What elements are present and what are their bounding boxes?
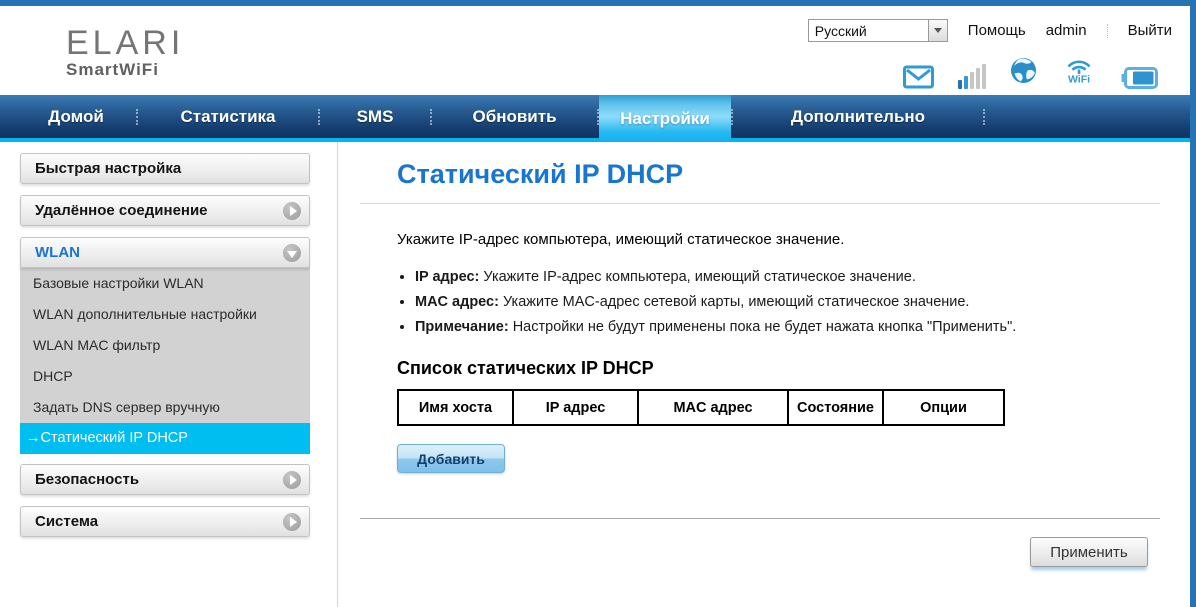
divider: [1107, 24, 1108, 38]
header: ELARI SmartWiFi Русский Помощь admin Вый…: [0, 6, 1190, 95]
language-select-value: Русский: [809, 23, 867, 39]
brand-subtitle: SmartWiFi: [66, 60, 184, 80]
mail-icon: [903, 65, 934, 89]
submenu-item-dhcp[interactable]: DHCP: [20, 361, 310, 392]
chevron-right-icon: [283, 471, 301, 489]
nav-item-settings-active[interactable]: Настройки: [599, 95, 731, 142]
current-item-arrow: →: [26, 430, 41, 446]
wifi-icon: WiFi: [1061, 56, 1097, 89]
bullet-term: MAC адрес:: [415, 294, 499, 310]
content-area: Быстрая настройка Удалённое соединение W…: [0, 142, 1190, 607]
nav-item-advanced[interactable]: Дополнительно: [733, 95, 983, 138]
submenu-item-label: Статический IP DHCP: [41, 430, 188, 446]
wifi-icon-label: WiFi: [1068, 74, 1090, 85]
divider: [360, 203, 1160, 204]
page-title: Статический IP DHCP: [397, 159, 1160, 190]
sidebar-item-remote-connection[interactable]: Удалённое соединение: [20, 195, 310, 226]
sidebar-item-quick-setup[interactable]: Быстрая настройка: [20, 153, 310, 184]
sidebar-item-label: Безопасность: [35, 471, 139, 488]
bullet-term: Примечание:: [415, 319, 509, 335]
submenu-item-dns-manual[interactable]: Задать DNS сервер вручную: [20, 392, 310, 423]
nav-item-update[interactable]: Обновить: [432, 95, 597, 138]
header-controls: Русский Помощь admin Выйти: [808, 19, 1172, 42]
status-icon-row: WiFi: [903, 56, 1158, 89]
sidebar-item-security[interactable]: Безопасность: [20, 464, 310, 495]
nav-separator: [983, 109, 985, 125]
chevron-down-icon: [928, 20, 947, 41]
bullet-ip-address: IP адрес: Укажите IP-адрес компьютера, и…: [415, 269, 1160, 285]
language-select[interactable]: Русский: [808, 19, 948, 42]
globe-icon: [1010, 57, 1037, 89]
logout-link[interactable]: Выйти: [1128, 22, 1172, 39]
help-bullets: IP адрес: Укажите IP-адрес компьютера, и…: [415, 269, 1160, 335]
chevron-down-icon: [283, 244, 301, 262]
wlan-submenu: Базовые настройки WLAN WLAN дополнительн…: [20, 268, 310, 454]
col-options: Опции: [883, 390, 1004, 425]
submenu-item-wlan-advanced[interactable]: WLAN дополнительные настройки: [20, 299, 310, 330]
nav-item-statistics[interactable]: Статистика: [138, 95, 318, 138]
col-hostname: Имя хоста: [398, 390, 513, 425]
apply-button[interactable]: Применить: [1030, 537, 1148, 567]
main-panel: Статический IP DHCP Укажите IP-адрес ком…: [360, 142, 1160, 567]
intro-text: Укажите IP-адрес компьютера, имеющий ста…: [397, 231, 1160, 248]
sidebar-divider: [337, 142, 338, 607]
col-mac-address: MAC адрес: [638, 390, 788, 425]
bullet-note: Примечание: Настройки не будут применены…: [415, 319, 1160, 335]
submenu-item-wlan-basic[interactable]: Базовые настройки WLAN: [20, 268, 310, 299]
bullet-mac-address: MAC адрес: Укажите MAC-адрес сетевой кар…: [415, 294, 1160, 310]
chevron-right-icon: [283, 513, 301, 531]
col-ip-address: IP адрес: [513, 390, 638, 425]
submenu-item-static-ip-dhcp-selected[interactable]: →Статический IP DHCP: [20, 423, 310, 454]
submenu-item-wlan-mac-filter[interactable]: WLAN MAC фильтр: [20, 330, 310, 361]
bullet-text: Настройки не будут применены пока не буд…: [513, 319, 1017, 335]
bullet-text: Укажите MAC-адрес сетевой карты, имеющий…: [503, 294, 969, 310]
static-ip-list-heading: Список статических IP DHCP: [397, 358, 1160, 379]
chevron-right-icon: [283, 202, 301, 220]
apply-row: Применить: [360, 537, 1160, 567]
nav-item-sms[interactable]: SMS: [320, 95, 430, 138]
nav-item-home[interactable]: Домой: [16, 95, 136, 138]
table-header-row: Имя хоста IP адрес MAC адрес Состояние О…: [398, 390, 1004, 425]
brand-name: ELARI: [66, 26, 184, 60]
bullet-text: Укажите IP-адрес компьютера, имеющий ста…: [483, 269, 915, 285]
divider: [360, 518, 1160, 519]
help-link[interactable]: Помощь: [968, 22, 1026, 39]
signal-strength-icon: [958, 63, 986, 89]
bullet-term: IP адрес:: [415, 269, 479, 285]
sidebar-item-system[interactable]: Система: [20, 506, 310, 537]
sidebar-item-label: Быстрая настройка: [35, 160, 181, 177]
sidebar-item-label: Удалённое соединение: [35, 202, 208, 219]
static-ip-dhcp-table: Имя хоста IP адрес MAC адрес Состояние О…: [397, 389, 1005, 426]
add-button[interactable]: Добавить: [397, 444, 505, 473]
sidebar-item-label: WLAN: [35, 244, 80, 261]
col-status: Состояние: [788, 390, 883, 425]
sidebar-item-wlan[interactable]: WLAN: [20, 237, 310, 268]
sidebar: Быстрая настройка Удалённое соединение W…: [20, 153, 310, 548]
main-nav: Домой Статистика SMS Обновить Настройки …: [0, 95, 1190, 142]
user-link-admin[interactable]: admin: [1046, 22, 1087, 39]
sidebar-item-label: Система: [35, 513, 98, 530]
brand-logo: ELARI SmartWiFi: [66, 26, 184, 80]
battery-icon: [1121, 67, 1158, 89]
